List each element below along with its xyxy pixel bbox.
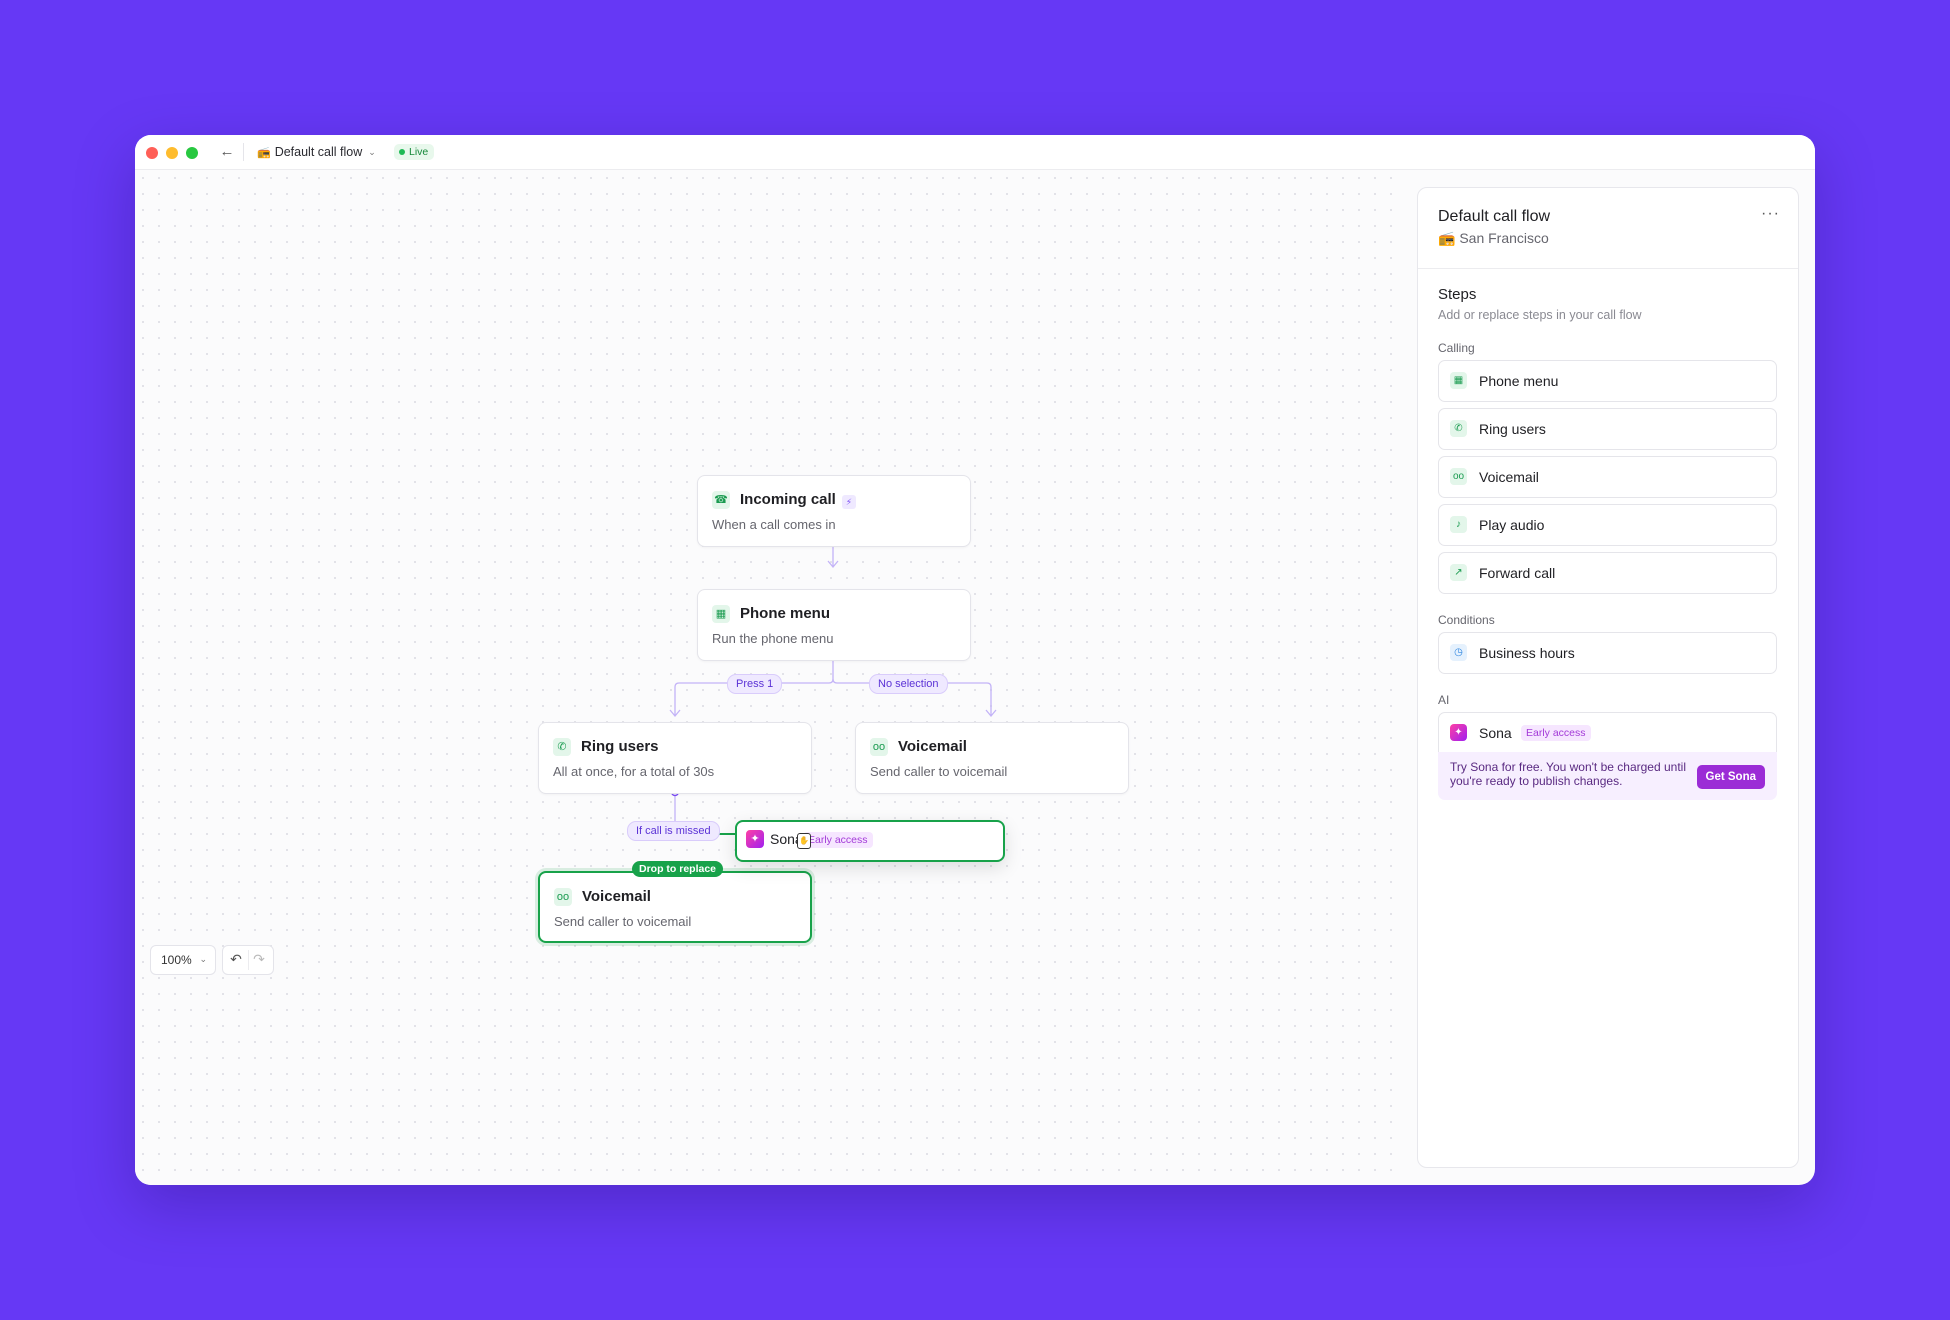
maximize-window-button[interactable] xyxy=(186,147,198,159)
step-item-voicemail[interactable]: oo Voicemail xyxy=(1438,456,1777,498)
voicemail-icon: oo xyxy=(1450,468,1467,485)
promo-text: Try Sona for free. You won't be charged … xyxy=(1450,760,1686,788)
edge-label-press-1[interactable]: Press 1 xyxy=(727,674,783,694)
step-item-label: Business hours xyxy=(1479,645,1575,661)
arrow-left-icon[interactable]: ← xyxy=(217,142,237,162)
node-ring-users[interactable]: ✆ Ring users All at once, for a total of… xyxy=(538,722,812,794)
get-sona-button[interactable]: Get Sona xyxy=(1696,765,1765,789)
titlebar: ← 📻 Default call flow ⌄ Live xyxy=(135,135,1815,170)
node-title: Voicemail xyxy=(582,888,651,905)
step-item-label: Sona xyxy=(1479,725,1512,741)
drop-to-replace-label: Drop to replace xyxy=(632,861,724,877)
flow-selector[interactable]: 📻 Default call flow ⌄ xyxy=(257,143,376,161)
node-title: Phone menu xyxy=(740,605,831,622)
sparkle-icon: ✦ xyxy=(746,830,764,848)
step-item-sona[interactable]: ✦ Sona Early access xyxy=(1438,712,1777,754)
edge-label-no-selection[interactable]: No selection xyxy=(869,674,948,694)
flow-emoji: 📻 xyxy=(257,146,271,159)
status-label: Live xyxy=(409,146,429,158)
node-title-text: Incoming call xyxy=(740,491,836,508)
location-name: San Francisco xyxy=(1459,230,1549,246)
step-item-play-audio[interactable]: ♪ Play audio xyxy=(1438,504,1777,546)
node-voicemail-drop-target[interactable]: oo Voicemail Send caller to voicemail xyxy=(538,871,812,943)
step-item-ring-users[interactable]: ✆ Ring users xyxy=(1438,408,1777,450)
clock-icon: ◷ xyxy=(1450,644,1467,661)
zoom-value: 100% xyxy=(161,953,192,967)
node-subtitle: Send caller to voicemail xyxy=(870,764,1008,779)
zoom-select[interactable]: 100% ⌄ xyxy=(150,945,216,975)
node-incoming-call[interactable]: ☎ Incoming call ⚡ When a call comes in xyxy=(697,475,971,547)
redo-icon[interactable]: ↷ xyxy=(249,949,269,969)
location-emoji: 📻 xyxy=(1438,230,1456,246)
steps-heading: Steps xyxy=(1438,286,1477,303)
group-label-ai: AI xyxy=(1438,693,1450,707)
step-item-label: Ring users xyxy=(1479,421,1546,437)
steps-panel: Default call flow ··· 📻 San Francisco St… xyxy=(1417,187,1799,1168)
panel-divider xyxy=(1418,268,1798,269)
edge-label-if-missed[interactable]: If call is missed xyxy=(627,821,720,841)
node-voicemail[interactable]: oo Voicemail Send caller to voicemail xyxy=(855,722,1129,794)
bolt-icon: ⚡ xyxy=(841,495,856,509)
close-window-button[interactable] xyxy=(146,147,158,159)
voicemail-icon: oo xyxy=(870,738,888,756)
node-title: Voicemail xyxy=(898,738,967,755)
panel-title: Default call flow xyxy=(1438,208,1551,225)
early-access-badge: Early access xyxy=(1521,725,1591,741)
live-dot-icon xyxy=(399,149,405,155)
speaker-icon: ♪ xyxy=(1450,516,1467,533)
step-item-label: Forward call xyxy=(1479,565,1556,581)
node-title: Incoming call ⚡ xyxy=(740,491,856,509)
phone-incoming-icon: ☎ xyxy=(712,491,730,509)
phone-ringing-icon: ✆ xyxy=(1450,420,1467,437)
step-item-label: Phone menu xyxy=(1479,373,1559,389)
dragging-step-sona[interactable]: ✦ Sona Early access xyxy=(735,820,1005,862)
keypad-icon: ▦ xyxy=(1450,372,1467,389)
minimize-window-button[interactable] xyxy=(166,147,178,159)
flow-title: Default call flow xyxy=(274,145,363,159)
voicemail-icon: oo xyxy=(554,888,572,906)
early-access-badge: Early access xyxy=(803,832,873,848)
grab-cursor-icon: ✋ xyxy=(797,833,811,849)
node-phone-menu[interactable]: ▦ Phone menu Run the phone menu xyxy=(697,589,971,661)
phone-ringing-icon: ✆ xyxy=(553,738,571,756)
sona-promo: Try Sona for free. You won't be charged … xyxy=(1438,752,1777,800)
panel-location: 📻 San Francisco xyxy=(1438,230,1549,247)
app-window: ← 📻 Default call flow ⌄ Live ☎ Incoming … xyxy=(135,135,1815,1185)
more-options-icon[interactable]: ··· xyxy=(1761,205,1780,223)
node-subtitle: All at once, for a total of 30s xyxy=(553,764,715,779)
steps-subheading: Add or replace steps in your call flow xyxy=(1438,308,1642,322)
chevron-down-icon: ⌄ xyxy=(368,146,376,157)
sparkle-icon: ✦ xyxy=(1450,724,1467,741)
status-badge: Live xyxy=(394,144,435,160)
group-label-conditions: Conditions xyxy=(1438,613,1495,627)
node-subtitle: Send caller to voicemail xyxy=(554,914,692,929)
step-item-label: Voicemail xyxy=(1479,469,1539,485)
history-controls: ↶ ↷ xyxy=(222,945,274,975)
titlebar-divider xyxy=(243,143,244,161)
node-title: Ring users xyxy=(581,738,659,755)
step-item-phone-menu[interactable]: ▦ Phone menu xyxy=(1438,360,1777,402)
phone-forward-icon: ↗ xyxy=(1450,564,1467,581)
node-subtitle: When a call comes in xyxy=(712,517,836,532)
step-item-forward-call[interactable]: ↗ Forward call xyxy=(1438,552,1777,594)
chevron-down-icon: ⌄ xyxy=(199,954,207,964)
node-subtitle: Run the phone menu xyxy=(712,631,834,646)
undo-icon[interactable]: ↶ xyxy=(226,949,246,969)
keypad-icon: ▦ xyxy=(712,605,730,623)
step-item-label: Play audio xyxy=(1479,517,1545,533)
group-label-calling: Calling xyxy=(1438,341,1475,355)
step-item-business-hours[interactable]: ◷ Business hours xyxy=(1438,632,1777,674)
flow-canvas[interactable]: ☎ Incoming call ⚡ When a call comes in ▦ … xyxy=(135,170,1405,1185)
